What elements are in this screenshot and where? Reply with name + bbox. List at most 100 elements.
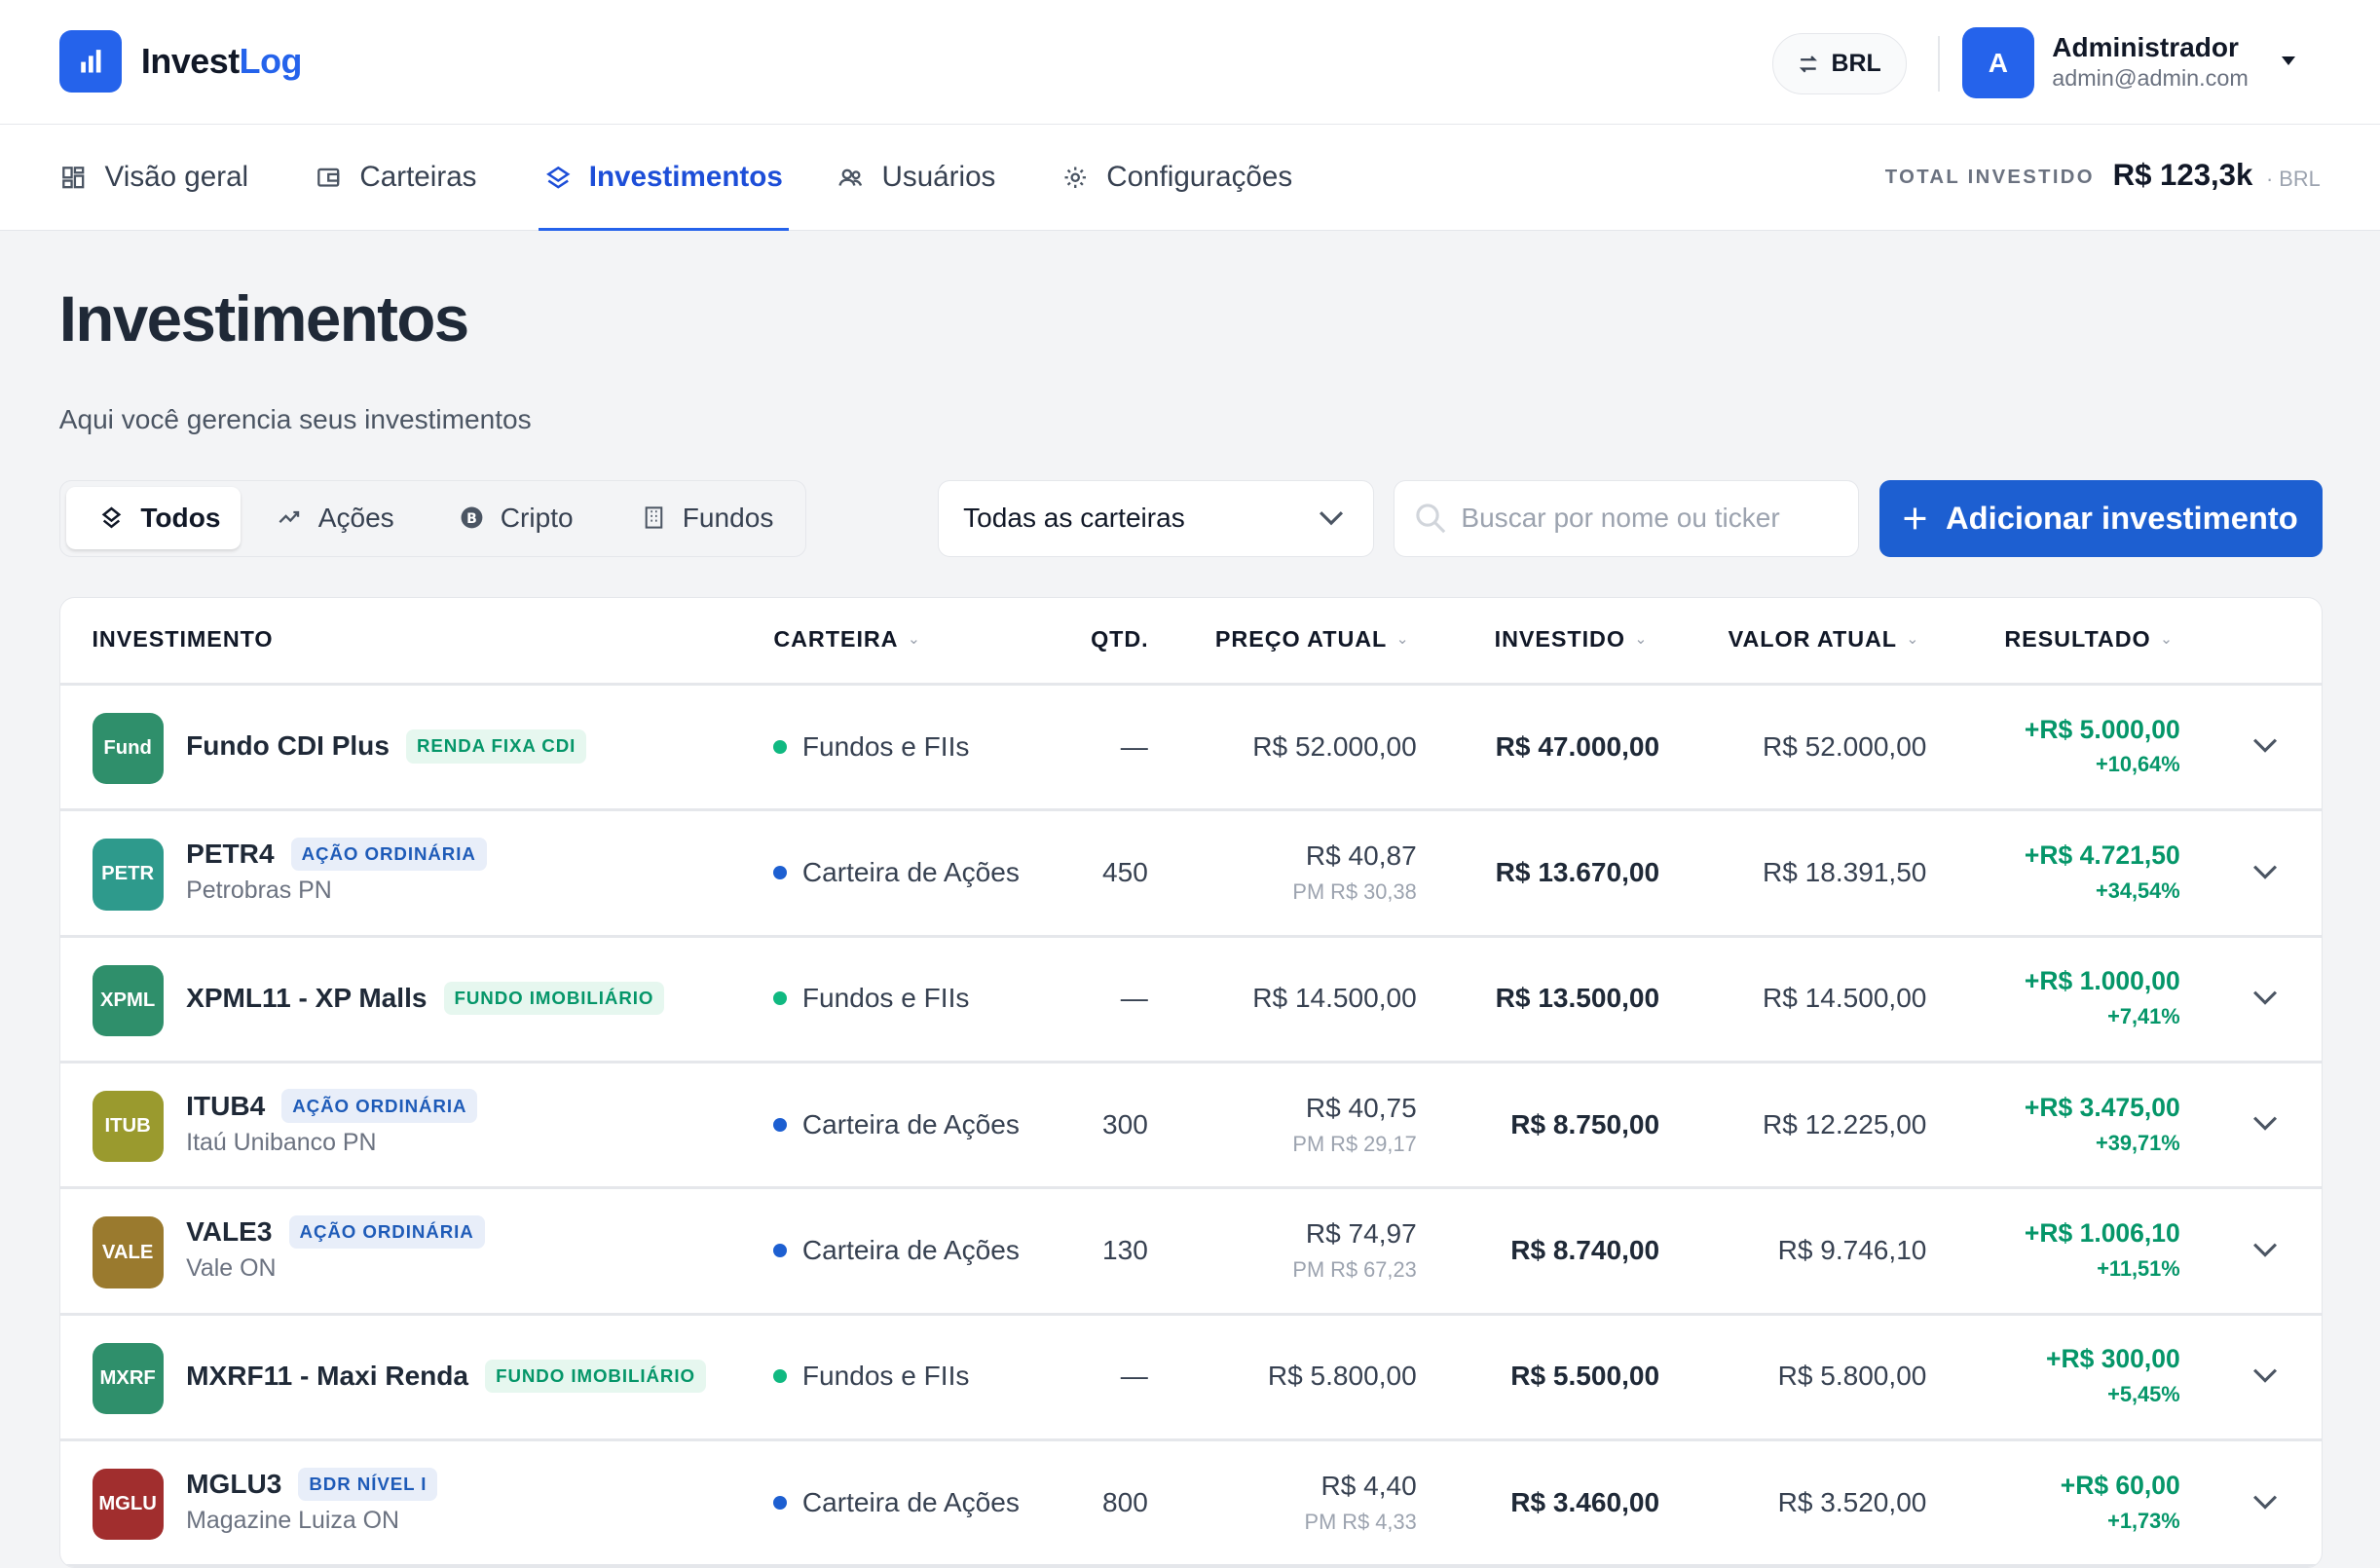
total-invested-currency: · BRL — [2265, 167, 2321, 192]
wallet-dot — [773, 739, 788, 754]
investment-name: MXRF11 - Maxi Renda FUNDO IMOBILIÁRIO — [186, 1359, 706, 1394]
total-invested-value: R$ 123,3k — [2112, 158, 2253, 193]
user-email: admin@admin.com — [2052, 65, 2249, 92]
col-label: QTD. — [1091, 626, 1149, 653]
average-price: PM R$ 67,23 — [1292, 1257, 1417, 1283]
avatar[interactable]: A — [1962, 27, 2034, 99]
table-row[interactable]: MGLU MGLU3 BDR NÍVEL I Magazine Luiza ON Car… — [59, 1441, 2322, 1568]
table-header: INVESTIMENTO CARTEIRA ⌄ QTD. PREÇO ATUAL ⌄… — [59, 598, 2322, 686]
filter-stocks-button[interactable]: Ações — [278, 487, 394, 549]
chevron-down-icon[interactable] — [2251, 1365, 2279, 1387]
col-price[interactable]: PREÇO ATUAL ⌄ — [1215, 626, 1410, 653]
asset-type-badge: AÇÃO ORDINÁRIA — [281, 1089, 478, 1123]
add-investment-label: Adicionar investimento — [1946, 500, 2298, 537]
grid-icon — [62, 167, 85, 189]
nav-item-investments[interactable]: Investimentos — [539, 125, 789, 231]
wallet-dot — [773, 991, 788, 1006]
nav-label: Carteiras — [359, 161, 477, 194]
table-row[interactable]: PETR PETR4 AÇÃO ORDINÁRIA Petrobras PN Carte… — [59, 811, 2322, 938]
filter-all-button[interactable]: Todos — [66, 486, 242, 549]
quantity: 800 — [1102, 1486, 1148, 1517]
filter-crypto-button[interactable]: B Cripto — [460, 487, 574, 549]
chevron-down-icon[interactable] — [2251, 1492, 2279, 1513]
asset-type-badge: BDR NÍVEL I — [298, 1467, 438, 1502]
wallet-cell: Fundos e FIIs — [773, 1361, 969, 1392]
wallet-select[interactable]: Todas as carteiras — [938, 479, 1374, 557]
quantity: 450 — [1102, 857, 1148, 888]
col-invested[interactable]: INVESTIDO ⌄ — [1495, 626, 1649, 653]
chevron-down-icon[interactable] — [2281, 56, 2295, 65]
result-amount: +R$ 1.006,10 — [2024, 1217, 2180, 1248]
add-investment-button[interactable]: Adicionar investimento — [1878, 479, 2323, 557]
col-qty: QTD. — [1091, 626, 1149, 653]
col-label: CARTEIRA — [773, 626, 899, 653]
brand-name[interactable]: InvestLog — [141, 42, 302, 82]
sort-icon: ⌄ — [1395, 631, 1410, 649]
chevron-down-icon[interactable] — [2251, 735, 2279, 757]
investment-name: PETR4 AÇÃO ORDINÁRIA — [186, 837, 487, 872]
filter-funds-button[interactable]: Fundos — [642, 487, 774, 549]
quantity: — — [1120, 1361, 1148, 1392]
col-label: RESULTADO — [2004, 626, 2151, 653]
search-box — [1393, 479, 1860, 557]
asset-logo: MXRF — [92, 1342, 164, 1415]
wallet-name: Fundos e FIIs — [801, 1361, 970, 1392]
investment-title: ITUB4 — [186, 1090, 266, 1121]
asset-logo: MGLU — [92, 1469, 164, 1541]
nav-item-overview[interactable]: Visão geral — [60, 125, 248, 231]
result-percent: +34,54% — [2095, 877, 2180, 903]
quantity: — — [1120, 983, 1148, 1014]
investment-name: VALE3 AÇÃO ORDINÁRIA — [186, 1214, 485, 1250]
sort-icon: ⌄ — [2159, 631, 2174, 649]
logo-icon[interactable] — [58, 30, 122, 93]
user-name[interactable]: Administrador — [2052, 32, 2239, 63]
investment-title: Fundo CDI Plus — [186, 730, 390, 762]
invested-amount: R$ 13.670,00 — [1495, 857, 1660, 888]
wallet-cell: Carteira de Ações — [773, 1487, 1020, 1518]
invested-amount: R$ 13.500,00 — [1495, 983, 1660, 1014]
current-value: R$ 18.391,50 — [1762, 857, 1927, 888]
table-row[interactable]: MXRF MXRF11 - Maxi Renda FUNDO IMOBILIÁRIO… — [59, 1316, 2322, 1442]
current-value: R$ 14.500,00 — [1762, 983, 1927, 1014]
result-percent: +39,71% — [2095, 1130, 2180, 1155]
col-wallet[interactable]: CARTEIRA ⌄ — [773, 626, 921, 653]
chevron-down-icon[interactable] — [2251, 1240, 2279, 1261]
current-value: R$ 9.746,10 — [1777, 1235, 1927, 1266]
wallet-cell: Carteira de Ações — [773, 1109, 1020, 1140]
invested-amount: R$ 8.750,00 — [1510, 1108, 1660, 1139]
col-result[interactable]: RESULTADO ⌄ — [2004, 626, 2174, 653]
nav-item-settings[interactable]: Configurações — [1062, 125, 1292, 231]
investment-subtitle: Petrobras PN — [186, 877, 332, 905]
wallet-name: Fundos e FIIs — [801, 983, 970, 1014]
chevron-down-icon[interactable] — [2251, 1113, 2279, 1135]
current-value: R$ 12.225,00 — [1762, 1108, 1927, 1139]
table-row[interactable]: VALE VALE3 AÇÃO ORDINÁRIA Vale ON Carteira d… — [59, 1189, 2322, 1316]
currency-toggle-button[interactable]: BRL — [1772, 33, 1907, 94]
col-current[interactable]: VALOR ATUAL ⌄ — [1729, 626, 1920, 653]
top-bar: InvestLog BRL A Administrador admin@admi… — [0, 0, 2380, 125]
col-label: INVESTIDO — [1494, 626, 1625, 653]
filter-label: Todos — [140, 502, 221, 533]
table-row[interactable]: ITUB ITUB4 AÇÃO ORDINÁRIA Itaú Unibanco PN C… — [59, 1064, 2322, 1190]
wallet-icon — [317, 168, 340, 187]
table-row[interactable]: XPML XPML11 - XP Malls FUNDO IMOBILIÁRIO Fu… — [59, 938, 2322, 1064]
chevron-down-icon[interactable] — [2251, 862, 2279, 883]
nav-label: Visão geral — [104, 161, 249, 194]
table-row[interactable]: Fund Fundo CDI Plus RENDA FIXA CDI Fundos e… — [59, 686, 2322, 812]
invested-amount: R$ 5.500,00 — [1510, 1361, 1660, 1392]
wallet-cell: Fundos e FIIs — [773, 731, 969, 763]
nav-item-wallets[interactable]: Carteiras — [316, 125, 477, 231]
investment-title: XPML11 - XP Malls — [186, 983, 428, 1014]
investment-name: Fundo CDI Plus RENDA FIXA CDI — [186, 729, 587, 764]
result-percent: +10,64% — [2095, 752, 2180, 777]
search-icon — [1416, 504, 1446, 534]
chevron-down-icon[interactable] — [2251, 988, 2279, 1009]
current-value: R$ 5.800,00 — [1777, 1361, 1927, 1392]
investment-name: MGLU3 BDR NÍVEL I — [186, 1467, 438, 1502]
search-input[interactable] — [1461, 480, 1841, 555]
nav-item-users[interactable]: Usuários — [837, 125, 995, 231]
average-price: PM R$ 30,38 — [1292, 879, 1417, 905]
asset-type-badge: AÇÃO ORDINÁRIA — [288, 1214, 485, 1250]
filter-label: Fundos — [682, 502, 774, 533]
wallet-cell: Fundos e FIIs — [773, 983, 969, 1014]
